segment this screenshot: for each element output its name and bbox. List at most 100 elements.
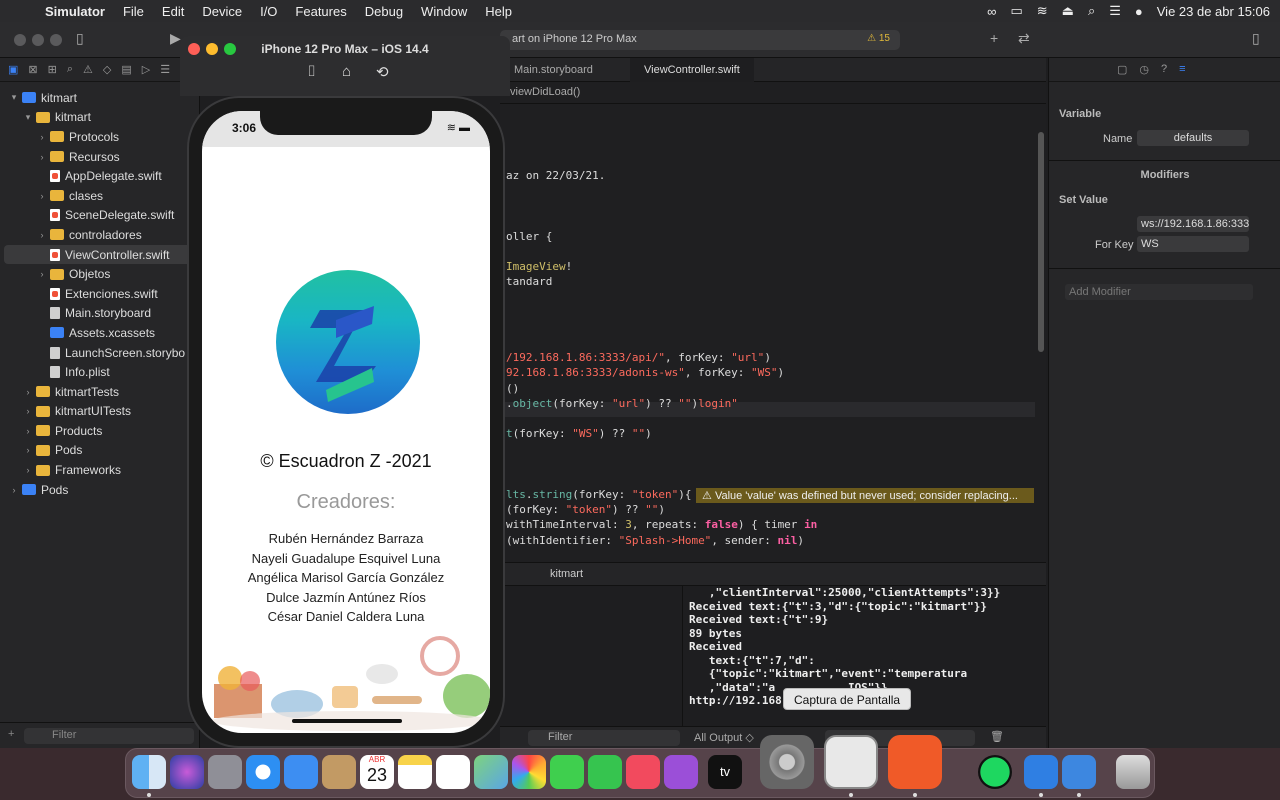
menu-edit[interactable]: Edit: [153, 4, 193, 19]
file-tree-row[interactable]: › Products: [0, 421, 200, 441]
home-icon[interactable]: ⌂: [342, 63, 351, 80]
facetime-icon[interactable]: [588, 755, 622, 789]
file-tree-row[interactable]: Info.plist: [0, 362, 200, 382]
tab-viewcontroller-swift[interactable]: ViewController.swift: [630, 58, 754, 82]
file-tree-row[interactable]: SceneDelegate.swift: [0, 206, 200, 226]
file-tree-row[interactable]: ViewController.swift: [4, 244, 196, 265]
notes-icon[interactable]: [398, 755, 432, 789]
battery-icon[interactable]: ▭: [1010, 3, 1022, 19]
breakpoint-navigator-icon[interactable]: ▷: [142, 63, 150, 76]
contacts-icon[interactable]: [322, 755, 356, 789]
navigator-filter-input[interactable]: Filter: [24, 728, 194, 744]
add-file-icon[interactable]: +: [8, 728, 14, 740]
xcode-icon[interactable]: [1024, 755, 1058, 789]
set-value-field[interactable]: ws://192.168.1.86:3333: [1137, 216, 1249, 232]
system-preferences-icon[interactable]: [760, 735, 814, 789]
file-inspector-icon[interactable]: ▢: [1117, 63, 1127, 76]
trash-can-icon[interactable]: [1116, 755, 1150, 789]
debug-target[interactable]: kitmart: [550, 568, 583, 580]
disclosure-chevron-icon[interactable]: ›: [36, 132, 48, 142]
iphone-screen[interactable]: 3:06 ≋ ▬ © Escuadron Z -2021 Creadores: …: [202, 111, 490, 733]
symbol-navigator-icon[interactable]: ⊞: [48, 63, 57, 76]
disclosure-chevron-icon[interactable]: ›: [22, 426, 34, 436]
menu-device[interactable]: Device: [193, 4, 251, 19]
maps-icon[interactable]: [474, 755, 508, 789]
window-minimize-button[interactable]: [32, 34, 44, 46]
file-tree-row[interactable]: AppDelegate.swift: [0, 166, 200, 186]
rotate-icon[interactable]: ⟲: [376, 63, 389, 81]
debug-navigator-icon[interactable]: ▤: [121, 63, 131, 76]
menu-window[interactable]: Window: [412, 4, 476, 19]
spotlight-search-icon[interactable]: ⌕: [1088, 3, 1095, 19]
find-navigator-icon[interactable]: ⌕: [67, 63, 73, 76]
file-tree-row[interactable]: › kitmartUITests: [0, 402, 200, 422]
file-tree-row[interactable]: Extenciones.swift: [0, 284, 200, 304]
brave-browser-icon[interactable]: [888, 735, 942, 789]
report-navigator-icon[interactable]: ☰: [160, 63, 170, 76]
history-inspector-icon[interactable]: ◷: [1139, 63, 1149, 76]
file-tree-row[interactable]: › clases: [0, 186, 200, 206]
simulator-icon[interactable]: [1062, 755, 1096, 789]
file-tree-row[interactable]: › Pods: [0, 480, 200, 500]
calendar-icon[interactable]: ABR 23: [360, 755, 394, 789]
issue-navigator-icon[interactable]: ⚠: [83, 63, 93, 76]
file-tree-row[interactable]: › Recursos: [0, 147, 200, 167]
creative-cloud-icon[interactable]: ∞: [987, 4, 996, 19]
menu-file[interactable]: File: [114, 4, 153, 19]
menubar-clock[interactable]: Vie 23 de abr 15:06: [1157, 4, 1270, 19]
window-zoom-button[interactable]: [50, 34, 62, 46]
menu-app-name[interactable]: Simulator: [36, 4, 114, 19]
scheme-status[interactable]: art on iPhone 12 Pro Max ⚠ 15: [500, 30, 900, 50]
tab-main-storyboard[interactable]: Main.storyboard: [500, 58, 607, 82]
screenshot-icon[interactable]: ⌷: [307, 63, 316, 80]
podcasts-icon[interactable]: [664, 755, 698, 789]
warning-annotation[interactable]: ⚠ Value 'value' was defined but never us…: [696, 488, 1034, 503]
disclosure-chevron-icon[interactable]: ›: [8, 485, 20, 495]
safari-icon[interactable]: [246, 755, 280, 789]
reminders-icon[interactable]: [436, 755, 470, 789]
output-selector[interactable]: All Output ◇: [694, 731, 754, 744]
disclosure-chevron-icon[interactable]: ›: [36, 152, 48, 162]
screenshot-app-icon[interactable]: [824, 735, 878, 789]
file-tree-row[interactable]: ▾ kitmart: [0, 108, 200, 128]
eject-icon[interactable]: ⏏: [1062, 3, 1074, 19]
file-tree-row[interactable]: › Frameworks: [0, 460, 200, 480]
file-tree-row[interactable]: Main.storyboard: [0, 304, 200, 324]
spotify-icon[interactable]: [978, 755, 1012, 789]
home-indicator[interactable]: [292, 719, 402, 723]
source-control-icon[interactable]: ⊠: [28, 63, 37, 76]
disclosure-chevron-icon[interactable]: ▾: [8, 92, 20, 103]
wifi-icon[interactable]: ≋: [1037, 3, 1048, 19]
disclosure-chevron-icon[interactable]: ›: [36, 269, 48, 279]
warning-count-badge[interactable]: ⚠ 15: [867, 33, 890, 44]
file-tree-row[interactable]: › controladores: [0, 225, 200, 245]
editor-scrollbar[interactable]: [1038, 132, 1044, 352]
method-breadcrumb[interactable]: viewDidLoad(): [510, 86, 580, 98]
attributes-inspector-icon[interactable]: ≡: [1179, 63, 1185, 76]
photos-icon[interactable]: [512, 755, 546, 789]
file-tree-row[interactable]: ▾ kitmart: [0, 88, 200, 108]
launchpad-icon[interactable]: [208, 755, 242, 789]
trash-icon[interactable]: 🗑: [990, 730, 1004, 743]
add-modifier-field[interactable]: Add Modifier: [1065, 284, 1253, 300]
menu-features[interactable]: Features: [286, 4, 355, 19]
finder-icon[interactable]: [132, 755, 166, 789]
file-tree-row[interactable]: LaunchScreen.storybo: [0, 343, 200, 363]
file-tree-row[interactable]: › Protocols: [0, 127, 200, 147]
siri-app-icon[interactable]: [170, 755, 204, 789]
code-editor[interactable]: az on 22/03/21. oller {ImageView! tandard /…: [500, 104, 1046, 562]
for-key-field[interactable]: WS: [1137, 236, 1249, 252]
messages-icon[interactable]: [550, 755, 584, 789]
menu-io[interactable]: I/O: [251, 4, 286, 19]
window-close-button[interactable]: [14, 34, 26, 46]
disclosure-chevron-icon[interactable]: ›: [22, 406, 34, 416]
siri-icon[interactable]: ●: [1135, 4, 1143, 19]
music-icon[interactable]: [626, 755, 660, 789]
apple-tv-icon[interactable]: tv: [708, 755, 742, 789]
test-navigator-icon[interactable]: ◇: [103, 63, 111, 76]
file-tree-row[interactable]: Assets.xcassets: [0, 323, 200, 343]
disclosure-chevron-icon[interactable]: ›: [36, 191, 48, 201]
menu-help[interactable]: Help: [476, 4, 521, 19]
name-field[interactable]: defaults: [1137, 130, 1249, 146]
code-review-icon[interactable]: ⇄: [1018, 30, 1030, 47]
